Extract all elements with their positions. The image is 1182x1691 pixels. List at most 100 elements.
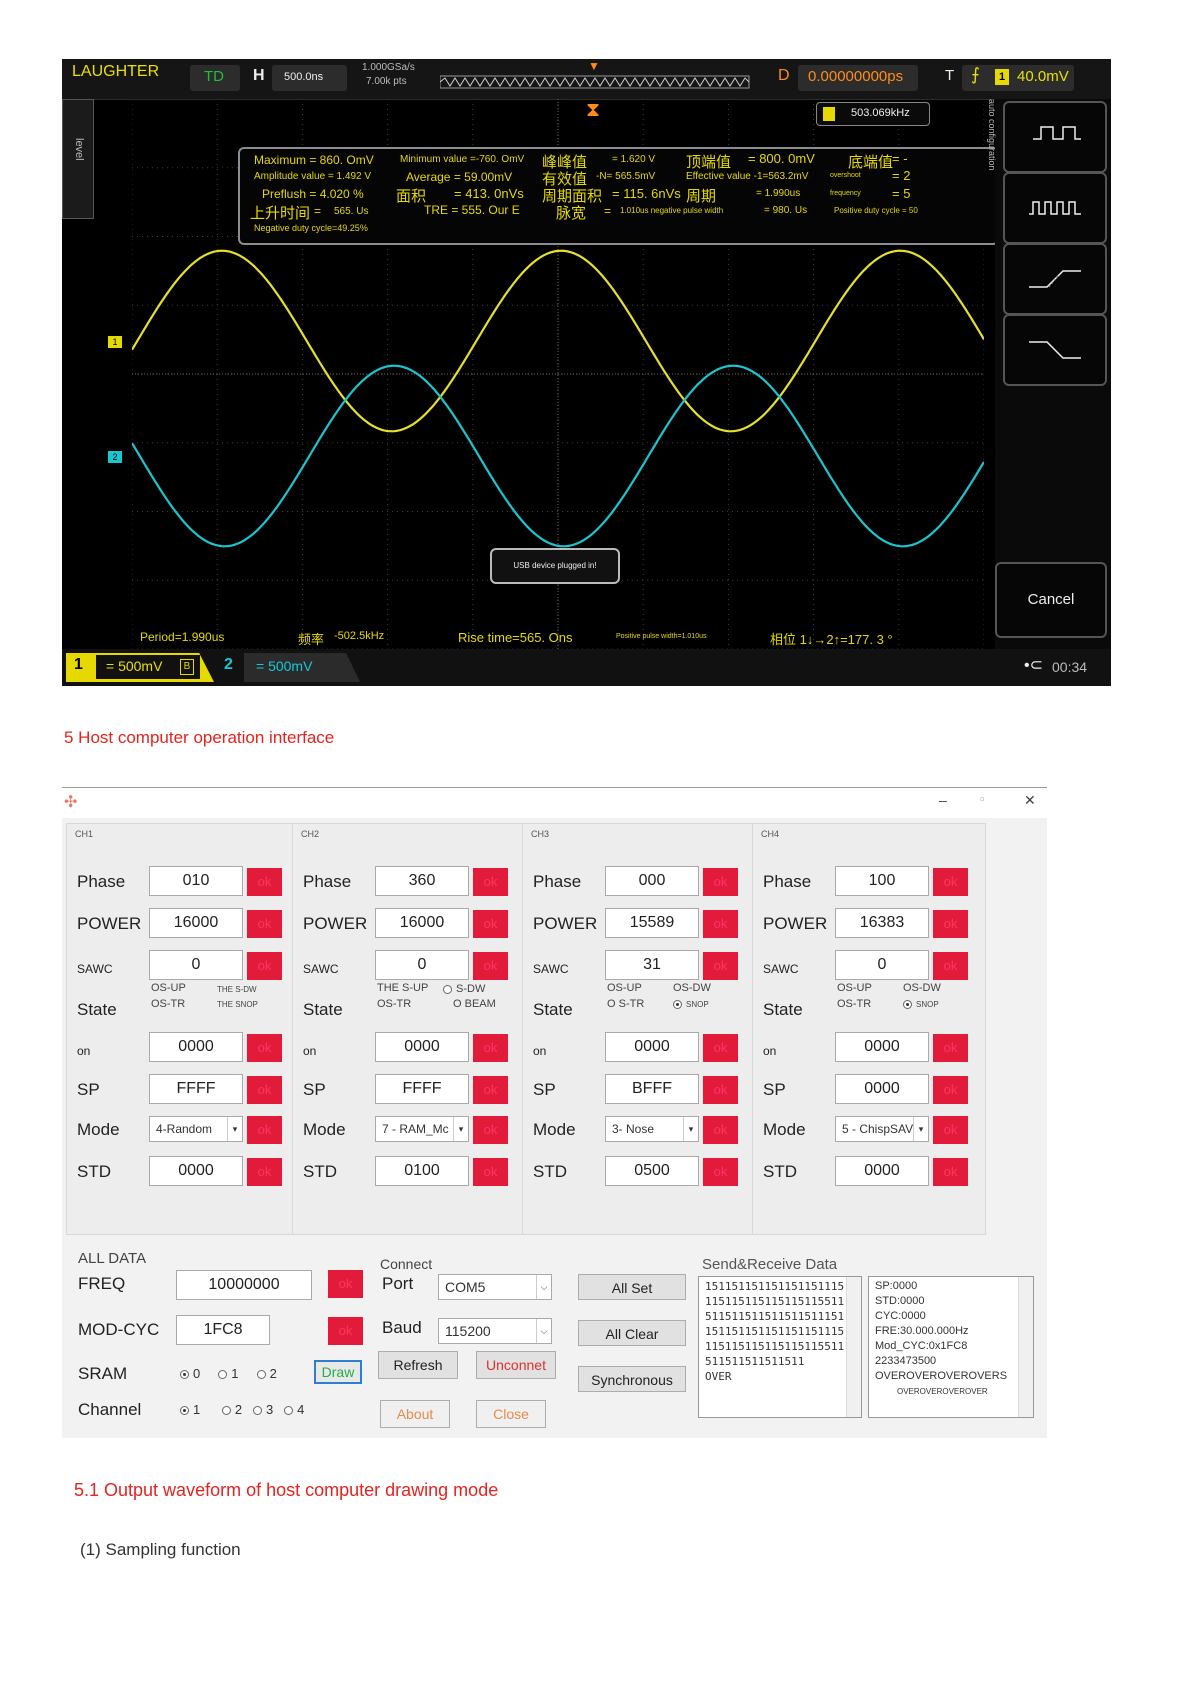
state-opt-d[interactable]: THE SNOP xyxy=(217,1000,258,1009)
on-ok-button[interactable]: ok xyxy=(933,1034,968,1062)
state-opt-a[interactable]: OS-UP xyxy=(837,982,872,994)
refresh-button[interactable]: Refresh xyxy=(378,1351,458,1379)
state-opt-c[interactable]: THE S-DW xyxy=(217,985,257,994)
on-input[interactable]: 0000 xyxy=(375,1032,469,1062)
all-clear-button[interactable]: All Clear xyxy=(578,1320,686,1346)
receive-scrollbar[interactable] xyxy=(1018,1277,1033,1417)
power-input[interactable]: 16383 xyxy=(835,908,929,938)
on-ok-button[interactable]: ok xyxy=(247,1034,282,1062)
state-opt-a[interactable]: THE S-UP xyxy=(377,982,428,994)
on-input[interactable]: 0000 xyxy=(835,1032,929,1062)
power-ok-button[interactable]: ok xyxy=(933,910,968,938)
about-button[interactable]: About xyxy=(380,1400,450,1428)
phase-ok-button[interactable]: ok xyxy=(247,868,282,896)
sawc-ok-button[interactable]: ok xyxy=(247,952,282,980)
synchronous-button[interactable]: Synchronous xyxy=(578,1366,686,1392)
std-ok-button[interactable]: ok xyxy=(247,1158,282,1186)
phase-input[interactable]: 000 xyxy=(605,866,699,896)
mode-select[interactable]: 7 - RAM_Mc ▾ xyxy=(375,1116,469,1142)
modcyc-input[interactable]: 1FC8 xyxy=(176,1315,270,1345)
send-scrollbar[interactable] xyxy=(846,1277,861,1417)
close-button[interactable]: Close xyxy=(476,1400,546,1428)
mode-ok-button[interactable]: ok xyxy=(703,1116,738,1144)
mode-ok-button[interactable]: ok xyxy=(247,1116,282,1144)
state-opt-c[interactable]: S-DW xyxy=(443,983,485,995)
ch1-level-marker[interactable]: 1 xyxy=(108,336,122,348)
send-data-box[interactable]: 151151151151151151115 1151151151151151155… xyxy=(698,1276,862,1418)
power-ok-button[interactable]: ok xyxy=(247,910,282,938)
on-input[interactable]: 0000 xyxy=(605,1032,699,1062)
baud-select[interactable]: 115200 ⌵ xyxy=(438,1318,552,1344)
freq-ok-button[interactable]: ok xyxy=(328,1270,363,1298)
std-input[interactable]: 0000 xyxy=(835,1156,929,1186)
std-input[interactable]: 0500 xyxy=(605,1156,699,1186)
power-input[interactable]: 16000 xyxy=(149,908,243,938)
sram-radio-0[interactable]: 0 xyxy=(180,1366,200,1381)
on-ok-button[interactable]: ok xyxy=(703,1034,738,1062)
draw-button[interactable]: Draw xyxy=(314,1360,362,1384)
ch2-level-marker[interactable]: 2 xyxy=(108,451,122,463)
sram-radio-1[interactable]: 1 xyxy=(218,1366,239,1381)
state-opt-c[interactable]: OS-DW xyxy=(673,982,711,994)
sawc-input[interactable]: 31 xyxy=(605,950,699,980)
std-ok-button[interactable]: ok xyxy=(703,1158,738,1186)
channel-radio-4[interactable]: 4 xyxy=(284,1402,304,1417)
std-ok-button[interactable]: ok xyxy=(473,1158,508,1186)
on-ok-button[interactable]: ok xyxy=(473,1034,508,1062)
receive-data-box[interactable]: SP:0000 STD:0000 CYC:0000 FRE:30.000.000Hz M… xyxy=(868,1276,1034,1418)
power-ok-button[interactable]: ok xyxy=(703,910,738,938)
state-opt-c[interactable]: OS-DW xyxy=(903,982,941,994)
channel-radio-3[interactable]: 3 xyxy=(252,1402,273,1417)
sawc-ok-button[interactable]: ok xyxy=(933,952,968,980)
phase-input[interactable]: 100 xyxy=(835,866,929,896)
std-ok-button[interactable]: ok xyxy=(933,1158,968,1186)
sawc-input[interactable]: 0 xyxy=(149,950,243,980)
mode-select[interactable]: 3- Nose ▾ xyxy=(605,1116,699,1142)
phase-input[interactable]: 360 xyxy=(375,866,469,896)
modcyc-ok-button[interactable]: ok xyxy=(328,1317,363,1345)
power-ok-button[interactable]: ok xyxy=(473,910,508,938)
mode-ok-button[interactable]: ok xyxy=(473,1116,508,1144)
state-opt-b[interactable]: OS-TR xyxy=(377,998,411,1010)
on-input[interactable]: 0000 xyxy=(149,1032,243,1062)
state-opt-d[interactable]: O BEAM xyxy=(453,998,496,1010)
std-input[interactable]: 0100 xyxy=(375,1156,469,1186)
sawc-ok-button[interactable]: ok xyxy=(703,952,738,980)
sp-input[interactable]: 0000 xyxy=(835,1074,929,1104)
sawc-ok-button[interactable]: ok xyxy=(473,952,508,980)
sp-input[interactable]: FFFF xyxy=(149,1074,243,1104)
maximize-button[interactable]: ▫ xyxy=(980,791,985,806)
sp-ok-button[interactable]: ok xyxy=(473,1076,508,1104)
falling-edge-button[interactable] xyxy=(1003,314,1107,386)
power-input[interactable]: 15589 xyxy=(605,908,699,938)
channel-radio-1[interactable]: 1 xyxy=(180,1402,200,1417)
close-window-button[interactable]: ✕ xyxy=(1024,792,1036,809)
sp-ok-button[interactable]: ok xyxy=(247,1076,282,1104)
sawc-input[interactable]: 0 xyxy=(375,950,469,980)
channel-radio-2[interactable]: 2 xyxy=(221,1402,242,1417)
state-opt-b[interactable]: O S-TR xyxy=(607,998,644,1010)
square-wave-button[interactable] xyxy=(1003,101,1107,173)
sp-input[interactable]: BFFF xyxy=(605,1074,699,1104)
state-opt-b[interactable]: OS-TR xyxy=(151,998,185,1010)
sawc-input[interactable]: 0 xyxy=(835,950,929,980)
port-select[interactable]: COM5 ⌵ xyxy=(438,1274,552,1300)
freq-input[interactable]: 10000000 xyxy=(176,1270,312,1300)
phase-input[interactable]: 010 xyxy=(149,866,243,896)
sp-ok-button[interactable]: ok xyxy=(703,1076,738,1104)
state-opt-d[interactable]: SNOP xyxy=(673,1000,709,1010)
mode-select[interactable]: 4-Random ▾ xyxy=(149,1116,243,1142)
minimize-button[interactable]: – xyxy=(939,792,947,808)
state-opt-a[interactable]: OS-UP xyxy=(607,982,642,994)
sp-ok-button[interactable]: ok xyxy=(933,1076,968,1104)
mode-ok-button[interactable]: ok xyxy=(933,1116,968,1144)
mode-select[interactable]: 5 - ChispSAV ▾ xyxy=(835,1116,929,1142)
all-set-button[interactable]: All Set xyxy=(578,1274,686,1300)
std-input[interactable]: 0000 xyxy=(149,1156,243,1186)
sp-input[interactable]: FFFF xyxy=(375,1074,469,1104)
phase-ok-button[interactable]: ok xyxy=(703,868,738,896)
pulse-wave-button[interactable] xyxy=(1003,172,1107,244)
phase-ok-button[interactable]: ok xyxy=(933,868,968,896)
state-opt-a[interactable]: OS-UP xyxy=(151,982,186,994)
level-tab[interactable]: level xyxy=(62,99,94,219)
